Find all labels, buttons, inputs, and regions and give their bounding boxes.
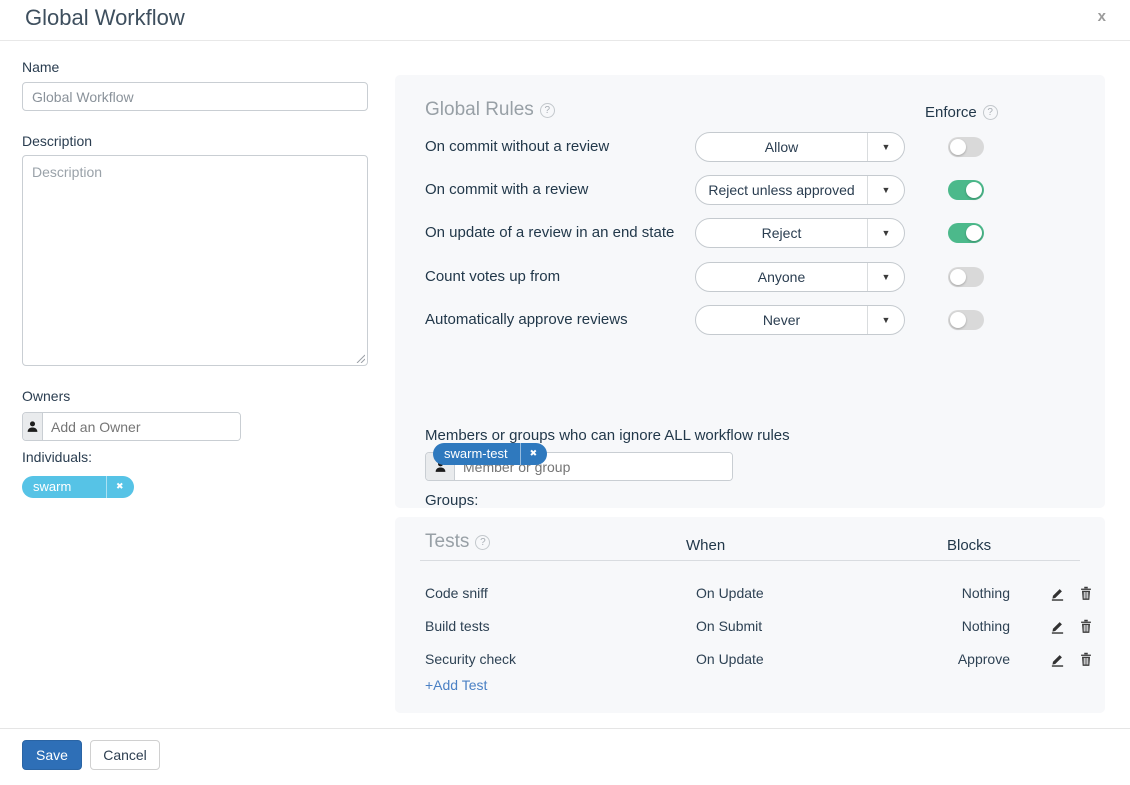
- individuals-label: Individuals:: [22, 449, 92, 465]
- description-textarea[interactable]: [22, 155, 368, 366]
- footer-divider: [0, 728, 1130, 729]
- rule-label: Count votes up from: [425, 262, 560, 292]
- remove-icon[interactable]: ✖: [106, 476, 134, 498]
- edit-icon[interactable]: [1050, 619, 1065, 634]
- rule-row: On update of a review in an end state Re…: [395, 218, 1105, 248]
- enforce-heading: Enforce?: [925, 104, 998, 121]
- group-tag: swarm-test ✖: [433, 443, 547, 465]
- edit-icon[interactable]: [1050, 586, 1065, 601]
- test-when: On Update: [696, 577, 764, 610]
- individual-tag-label: swarm: [22, 476, 106, 498]
- ignore-rules-label: Members or groups who can ignore ALL wor…: [425, 427, 790, 444]
- rule-select-value: Anyone: [696, 269, 867, 285]
- groups-label: Groups:: [425, 492, 478, 509]
- rule-row: On commit with a review Reject unless ap…: [395, 175, 1105, 205]
- rule-row: Count votes up from Anyone ▼: [395, 262, 1105, 292]
- tests-title: Tests?: [425, 531, 490, 553]
- enforce-toggle[interactable]: [948, 180, 984, 200]
- description-label: Description: [22, 133, 92, 149]
- dialog-header: Global Workflow x: [0, 0, 1130, 41]
- help-icon[interactable]: ?: [540, 103, 555, 118]
- delete-icon[interactable]: [1079, 586, 1093, 601]
- test-name: Build tests: [425, 610, 490, 643]
- test-blocks: Nothing: [915, 610, 1010, 643]
- caret-down-icon[interactable]: ▼: [867, 219, 904, 247]
- rule-select-value: Reject unless approved: [696, 182, 867, 198]
- global-rules-title: Global Rules?: [425, 99, 555, 121]
- enforce-toggle[interactable]: [948, 310, 984, 330]
- name-input[interactable]: [22, 82, 368, 111]
- caret-down-icon[interactable]: ▼: [867, 306, 904, 334]
- help-icon[interactable]: ?: [475, 535, 490, 550]
- tests-header-divider: [420, 560, 1080, 561]
- enforce-toggle[interactable]: [948, 267, 984, 287]
- toggle-knob: [950, 139, 966, 155]
- test-row: Security check On Update Approve: [395, 643, 1105, 676]
- rule-select[interactable]: Never ▼: [695, 305, 905, 335]
- global-workflow-dialog: Global Workflow x Name Description Owner…: [0, 0, 1130, 785]
- rule-label: Automatically approve reviews: [425, 305, 628, 335]
- toggle-knob: [966, 225, 982, 241]
- add-owner-input[interactable]: [43, 413, 240, 440]
- owners-input-group: [22, 412, 241, 441]
- test-name: Security check: [425, 643, 516, 676]
- test-blocks: Nothing: [915, 577, 1010, 610]
- caret-down-icon[interactable]: ▼: [867, 176, 904, 204]
- enforce-toggle[interactable]: [948, 137, 984, 157]
- rule-label: On commit with a review: [425, 175, 588, 205]
- global-rules-title-text: Global Rules: [425, 99, 534, 120]
- rule-label: On commit without a review: [425, 132, 609, 162]
- blocks-column-header: Blocks: [947, 537, 991, 554]
- caret-down-icon[interactable]: ▼: [867, 133, 904, 161]
- tests-title-text: Tests: [425, 531, 469, 552]
- test-row: Code sniff On Update Nothing: [395, 577, 1105, 610]
- description-field-wrap: [22, 155, 368, 366]
- help-icon[interactable]: ?: [983, 105, 998, 120]
- rule-label: On update of a review in an end state: [425, 218, 674, 248]
- delete-icon[interactable]: [1079, 619, 1093, 634]
- name-label: Name: [22, 59, 59, 75]
- group-tag-label: swarm-test: [433, 443, 520, 465]
- delete-icon[interactable]: [1079, 652, 1093, 667]
- toggle-knob: [950, 312, 966, 328]
- enforce-toggle[interactable]: [948, 223, 984, 243]
- test-when: On Submit: [696, 610, 762, 643]
- rule-select-value: Never: [696, 312, 867, 328]
- rule-select-value: Allow: [696, 139, 867, 155]
- rule-select[interactable]: Reject unless approved ▼: [695, 175, 905, 205]
- enforce-heading-text: Enforce: [925, 104, 977, 121]
- add-test-link[interactable]: +Add Test: [425, 677, 487, 693]
- save-button[interactable]: Save: [22, 740, 82, 770]
- individual-tag: swarm ✖: [22, 476, 134, 498]
- global-rules-panel: Global Rules? Enforce? On commit without…: [395, 75, 1105, 508]
- rule-row: On commit without a review Allow ▼: [395, 132, 1105, 162]
- close-icon[interactable]: x: [1098, 8, 1106, 26]
- edit-icon[interactable]: [1050, 652, 1065, 667]
- remove-icon[interactable]: ✖: [520, 443, 548, 465]
- toggle-knob: [950, 269, 966, 285]
- toggle-knob: [966, 182, 982, 198]
- rule-select[interactable]: Allow ▼: [695, 132, 905, 162]
- rule-select-value: Reject: [696, 225, 867, 241]
- cancel-button[interactable]: Cancel: [90, 740, 160, 770]
- test-blocks: Approve: [915, 643, 1010, 676]
- person-icon: [23, 413, 43, 440]
- owners-label: Owners: [22, 388, 70, 404]
- caret-down-icon[interactable]: ▼: [867, 263, 904, 291]
- test-when: On Update: [696, 643, 764, 676]
- rule-row: Automatically approve reviews Never ▼: [395, 305, 1105, 335]
- test-row: Build tests On Submit Nothing: [395, 610, 1105, 643]
- tests-panel: Tests? When Blocks Code sniff On Update …: [395, 517, 1105, 713]
- when-column-header: When: [686, 537, 725, 554]
- page-title: Global Workflow: [25, 5, 185, 31]
- rule-select[interactable]: Reject ▼: [695, 218, 905, 248]
- rule-select[interactable]: Anyone ▼: [695, 262, 905, 292]
- test-name: Code sniff: [425, 577, 488, 610]
